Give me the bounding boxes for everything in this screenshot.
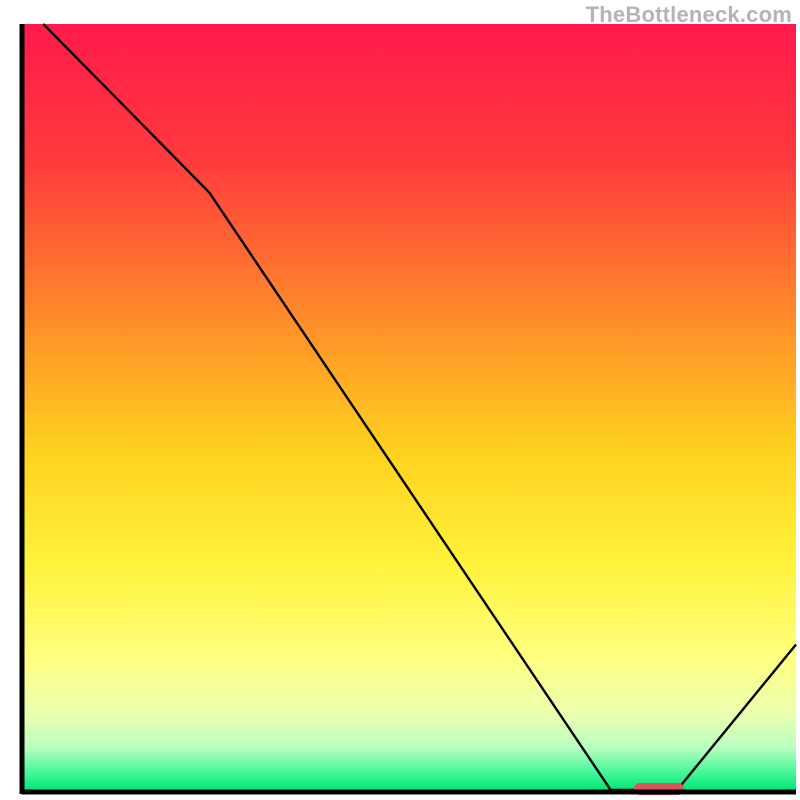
chart-container: TheBottleneck.com (0, 0, 800, 800)
plot-background (24, 24, 796, 790)
watermark-text: TheBottleneck.com (586, 2, 792, 28)
bottleneck-chart (0, 0, 800, 800)
